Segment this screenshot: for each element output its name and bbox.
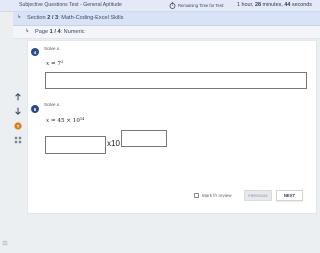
grid-icon[interactable] — [13, 135, 22, 144]
timer-value: 1 hour, 28 minutes, 44 seconds — [237, 2, 312, 8]
question-equation: x = 45 × 1014 — [46, 117, 85, 124]
corner-arrow-icon: ↳ — [17, 14, 22, 20]
next-button[interactable]: NEXT — [276, 190, 303, 201]
stopwatch-icon — [169, 2, 176, 9]
mark-review-checkbox[interactable] — [194, 193, 199, 198]
arrow-up-icon[interactable] — [13, 92, 22, 101]
test-header: Subjective Questions Test - General Apti… — [0, 0, 320, 12]
timer-minutes-unit: minutes, — [262, 2, 283, 8]
section-indicator: Section 2 / 3: Math-Coding-Excel Skills — [27, 15, 123, 21]
page-sep: / — [54, 29, 56, 35]
question-prompt: Solve x. — [44, 46, 61, 51]
hamburger-icon[interactable] — [2, 240, 8, 246]
question-equation: x = 72 — [46, 60, 64, 67]
section-prefix: Section — [27, 15, 46, 21]
page-type: : Numeric — [60, 29, 85, 35]
eq-exponent: 2 — [60, 60, 64, 64]
eq-mult: 45 × 10 — [57, 118, 80, 124]
mantissa-input-q5[interactable] — [45, 136, 106, 154]
mark-review-label[interactable]: Mark f/r review — [202, 193, 232, 198]
eq-exponent: 14 — [79, 117, 85, 121]
timer-hours-unit: hour, — [241, 2, 254, 8]
question-number-badge: 5 — [31, 105, 39, 113]
corner-arrow-icon: ↳ — [25, 28, 30, 34]
page-indicator: Page 1 / 4: Numeric — [35, 29, 85, 35]
timer-label: Remaining Time for Test: — [178, 3, 225, 8]
section-bar: ↳ Section 2 / 3: Math-Coding-Excel Skill… — [13, 12, 320, 26]
eq-sign: = — [50, 61, 56, 67]
timer-seconds: 44 — [284, 2, 291, 8]
eq-sign: = — [50, 118, 56, 124]
section-name: : Math-Coding-Excel Skills — [58, 15, 124, 21]
arrow-down-icon[interactable] — [13, 106, 22, 115]
page-current: 1 — [49, 29, 53, 35]
question-panel: 4 Solve x. x = 72 5 Solve x. x = 45 × 10… — [27, 40, 317, 214]
section-current: 2 — [47, 15, 51, 21]
times-ten-label: x10 — [107, 139, 120, 148]
eq-lhs: x — [46, 61, 50, 67]
eq-lhs: x — [46, 118, 50, 124]
exponent-input-q5[interactable] — [121, 130, 167, 147]
question-prompt: Solve x. — [44, 102, 61, 107]
timer-hours: 1 — [237, 2, 240, 8]
side-rail — [0, 12, 13, 253]
previous-button[interactable]: PREVIOUS — [244, 190, 272, 201]
timer-seconds-unit: seconds — [291, 2, 312, 8]
timer-minutes: 28 — [255, 2, 261, 8]
question-number-badge: 4 — [31, 48, 39, 56]
test-title: Subjective Questions Test - General Apti… — [19, 2, 122, 8]
help-circle-icon[interactable]: ? — [13, 121, 22, 130]
section-sep: / — [51, 15, 54, 21]
answer-input-q4[interactable] — [45, 72, 307, 89]
page-prefix: Page — [35, 29, 49, 35]
svg-text:?: ? — [16, 123, 19, 129]
page-bar: ↳ Page 1 / 4: Numeric — [13, 26, 320, 39]
